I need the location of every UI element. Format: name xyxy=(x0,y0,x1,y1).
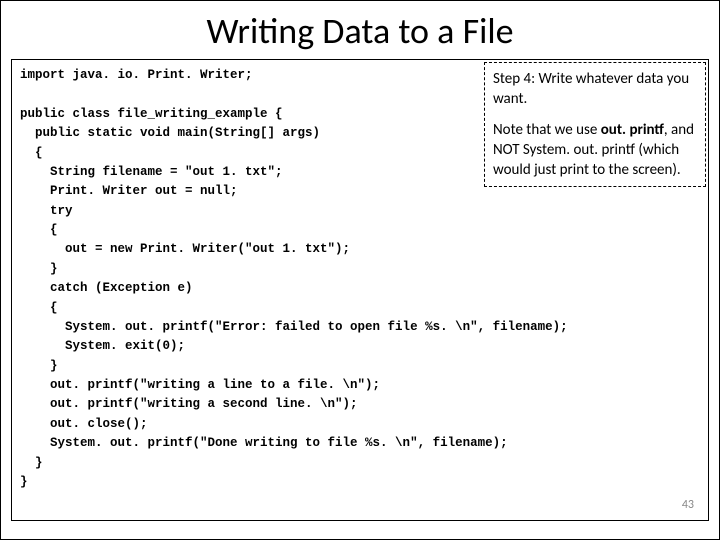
code-line: { xyxy=(20,301,58,315)
code-line: { xyxy=(20,146,43,160)
code-line: Print. Writer out = null; xyxy=(20,184,238,198)
slide-title: Writing Data to a File xyxy=(1,9,719,53)
note-box: Step 4: Write whatever data you want. No… xyxy=(484,62,706,187)
code-line: System. exit(0); xyxy=(20,339,185,353)
page-number: 43 xyxy=(682,498,694,512)
code-line: System. out. printf("Error: failed to op… xyxy=(20,320,568,334)
code-line: } xyxy=(20,359,58,373)
code-line: System. out. printf("Done writing to fil… xyxy=(20,436,508,450)
code-line: catch (Exception e) xyxy=(20,281,193,295)
code-line: public class file_writing_example { xyxy=(20,107,283,121)
note-bold: out. printf xyxy=(601,121,664,139)
code-line: public static void main(String[] args) xyxy=(20,126,320,140)
code-line: String filename = "out 1. txt"; xyxy=(20,165,283,179)
code-line: } xyxy=(20,475,28,489)
code-line: out. printf("writing a second line. \n")… xyxy=(20,397,358,411)
code-line: out. close(); xyxy=(20,417,148,431)
code-line: out = new Print. Writer("out 1. txt"); xyxy=(20,242,350,256)
code-line: import java. io. Print. Writer; xyxy=(20,68,253,82)
code-line: try xyxy=(20,204,73,218)
code-line: } xyxy=(20,456,43,470)
code-line: out. printf("writing a line to a file. \… xyxy=(20,378,380,392)
note-text: Note that we use xyxy=(493,121,601,139)
code-line: } xyxy=(20,262,58,276)
code-line: { xyxy=(20,223,58,237)
note-detail: Note that we use out. printf, and NOT Sy… xyxy=(493,120,697,181)
content-box: import java. io. Print. Writer; public c… xyxy=(11,59,709,521)
note-step: Step 4: Write whatever data you want. xyxy=(493,69,697,110)
slide: Writing Data to a File import java. io. … xyxy=(0,0,720,540)
